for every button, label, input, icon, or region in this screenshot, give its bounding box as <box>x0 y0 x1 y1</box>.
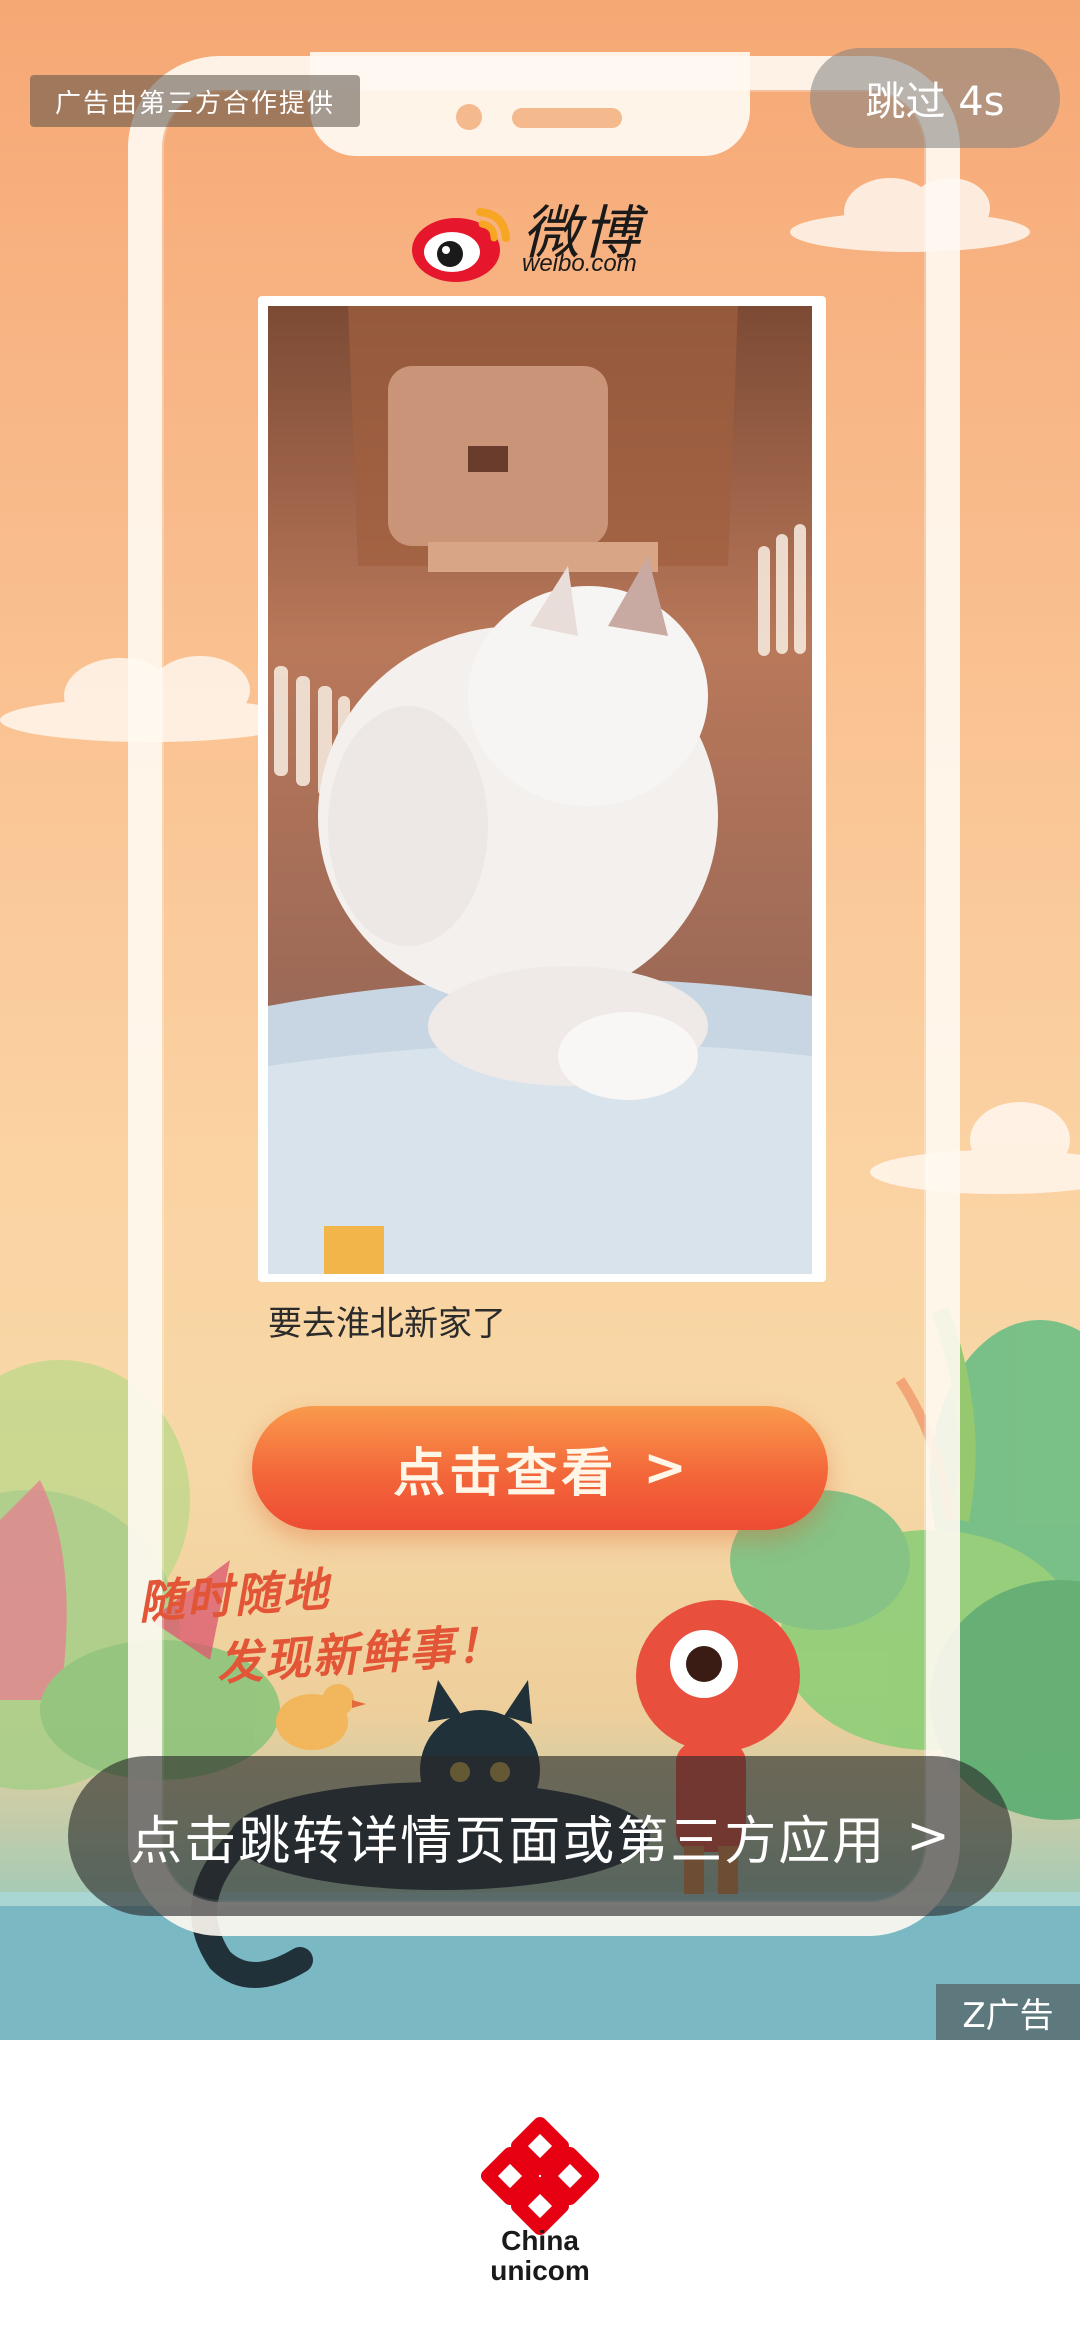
phone-notch <box>310 52 750 156</box>
carrier-line-1: China <box>501 2225 579 2256</box>
skip-ad-button[interactable]: 跳过 4s <box>810 48 1060 148</box>
phone-speaker-bar <box>512 108 622 128</box>
post-caption: 要去淮北新家了 <box>268 1304 506 1344</box>
view-details-label: 点击查看 <box>393 1443 618 1504</box>
chevron-right-icon: > <box>906 1806 950 1866</box>
ad-tag: Z广告 <box>936 1984 1080 2040</box>
post-photo <box>268 306 812 1274</box>
splash-footer: China unicom <box>0 2040 1080 2340</box>
china-unicom-knot-icon <box>481 2117 599 2235</box>
splash-ad[interactable]: 微博 weibo.com 要去淮北新家了 点击查看 > 随时随地 发现新鲜事！ … <box>0 0 1080 2040</box>
slogan-line-1: 随时随地 <box>136 1562 332 1630</box>
weibo-eye-icon <box>412 208 510 282</box>
phone-camera-dot <box>456 104 482 130</box>
open-details-banner[interactable]: 点击跳转详情页面或第三方应用 > <box>68 1756 1012 1916</box>
carrier-line-2: unicom <box>490 2255 590 2286</box>
sponsor-notice: 广告由第三方合作提供 <box>30 75 360 127</box>
view-details-button[interactable]: 点击查看 > <box>252 1406 828 1530</box>
open-details-label: 点击跳转详情页面或第三方应用 <box>130 1811 887 1872</box>
chevron-right-icon: > <box>643 1438 687 1498</box>
weibo-logo: 微博 weibo.com <box>410 188 670 288</box>
weibo-domain: weibo.com <box>522 250 637 277</box>
china-unicom-wordmark: China unicom <box>0 2226 1080 2286</box>
